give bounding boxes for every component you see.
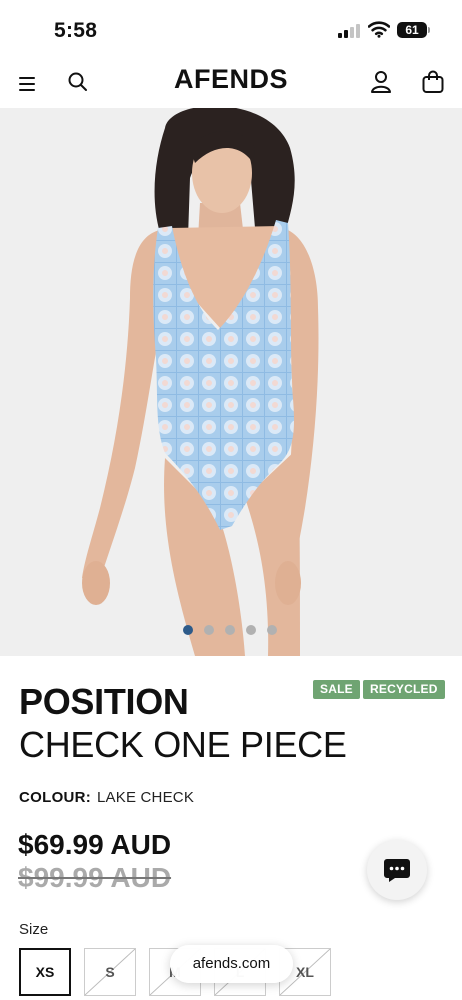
- gallery-dot-5[interactable]: [267, 625, 277, 635]
- chat-button[interactable]: [367, 840, 427, 900]
- battery-level: 61: [405, 23, 419, 37]
- gallery-dot-3[interactable]: [225, 625, 235, 635]
- gallery-dot-4[interactable]: [246, 625, 256, 635]
- original-price: $99.99 AUD: [18, 862, 172, 893]
- wifi-icon: [368, 21, 390, 38]
- menu-icon[interactable]: [17, 72, 39, 94]
- gallery-dot-2[interactable]: [204, 625, 214, 635]
- colour-value: LAKE CHECK: [97, 789, 195, 806]
- size-option-xs[interactable]: XS: [19, 948, 71, 996]
- battery-icon: 61: [397, 22, 427, 38]
- product-image-gallery[interactable]: [0, 108, 462, 656]
- size-option-label: XL: [296, 964, 314, 980]
- site-header: AFENDS: [0, 58, 462, 108]
- browser-url-pill[interactable]: afends.com: [170, 945, 293, 983]
- search-icon[interactable]: [66, 70, 90, 94]
- sale-badge: SALE: [313, 680, 360, 699]
- signal-icon: [338, 24, 362, 38]
- bag-icon[interactable]: [421, 69, 445, 95]
- size-option-s[interactable]: S: [84, 948, 136, 996]
- status-bar: 5:58 61: [0, 0, 462, 58]
- product-name: POSITION: [19, 681, 189, 722]
- size-label: Size: [19, 921, 49, 938]
- size-option-label: S: [105, 964, 115, 980]
- account-icon[interactable]: [369, 69, 393, 95]
- product-subtitle: CHECK ONE PIECE: [19, 724, 347, 765]
- chat-icon: [384, 859, 410, 882]
- status-time: 5:58: [54, 19, 98, 42]
- battery-cap: [428, 27, 430, 33]
- sale-price: $69.99 AUD: [18, 829, 172, 860]
- gallery-dot-1[interactable]: [183, 625, 193, 635]
- colour-label: COLOUR:: [19, 789, 92, 806]
- recycled-badge: RECYCLED: [363, 680, 445, 699]
- size-option-label: XS: [35, 964, 55, 980]
- product-photo: [0, 108, 462, 656]
